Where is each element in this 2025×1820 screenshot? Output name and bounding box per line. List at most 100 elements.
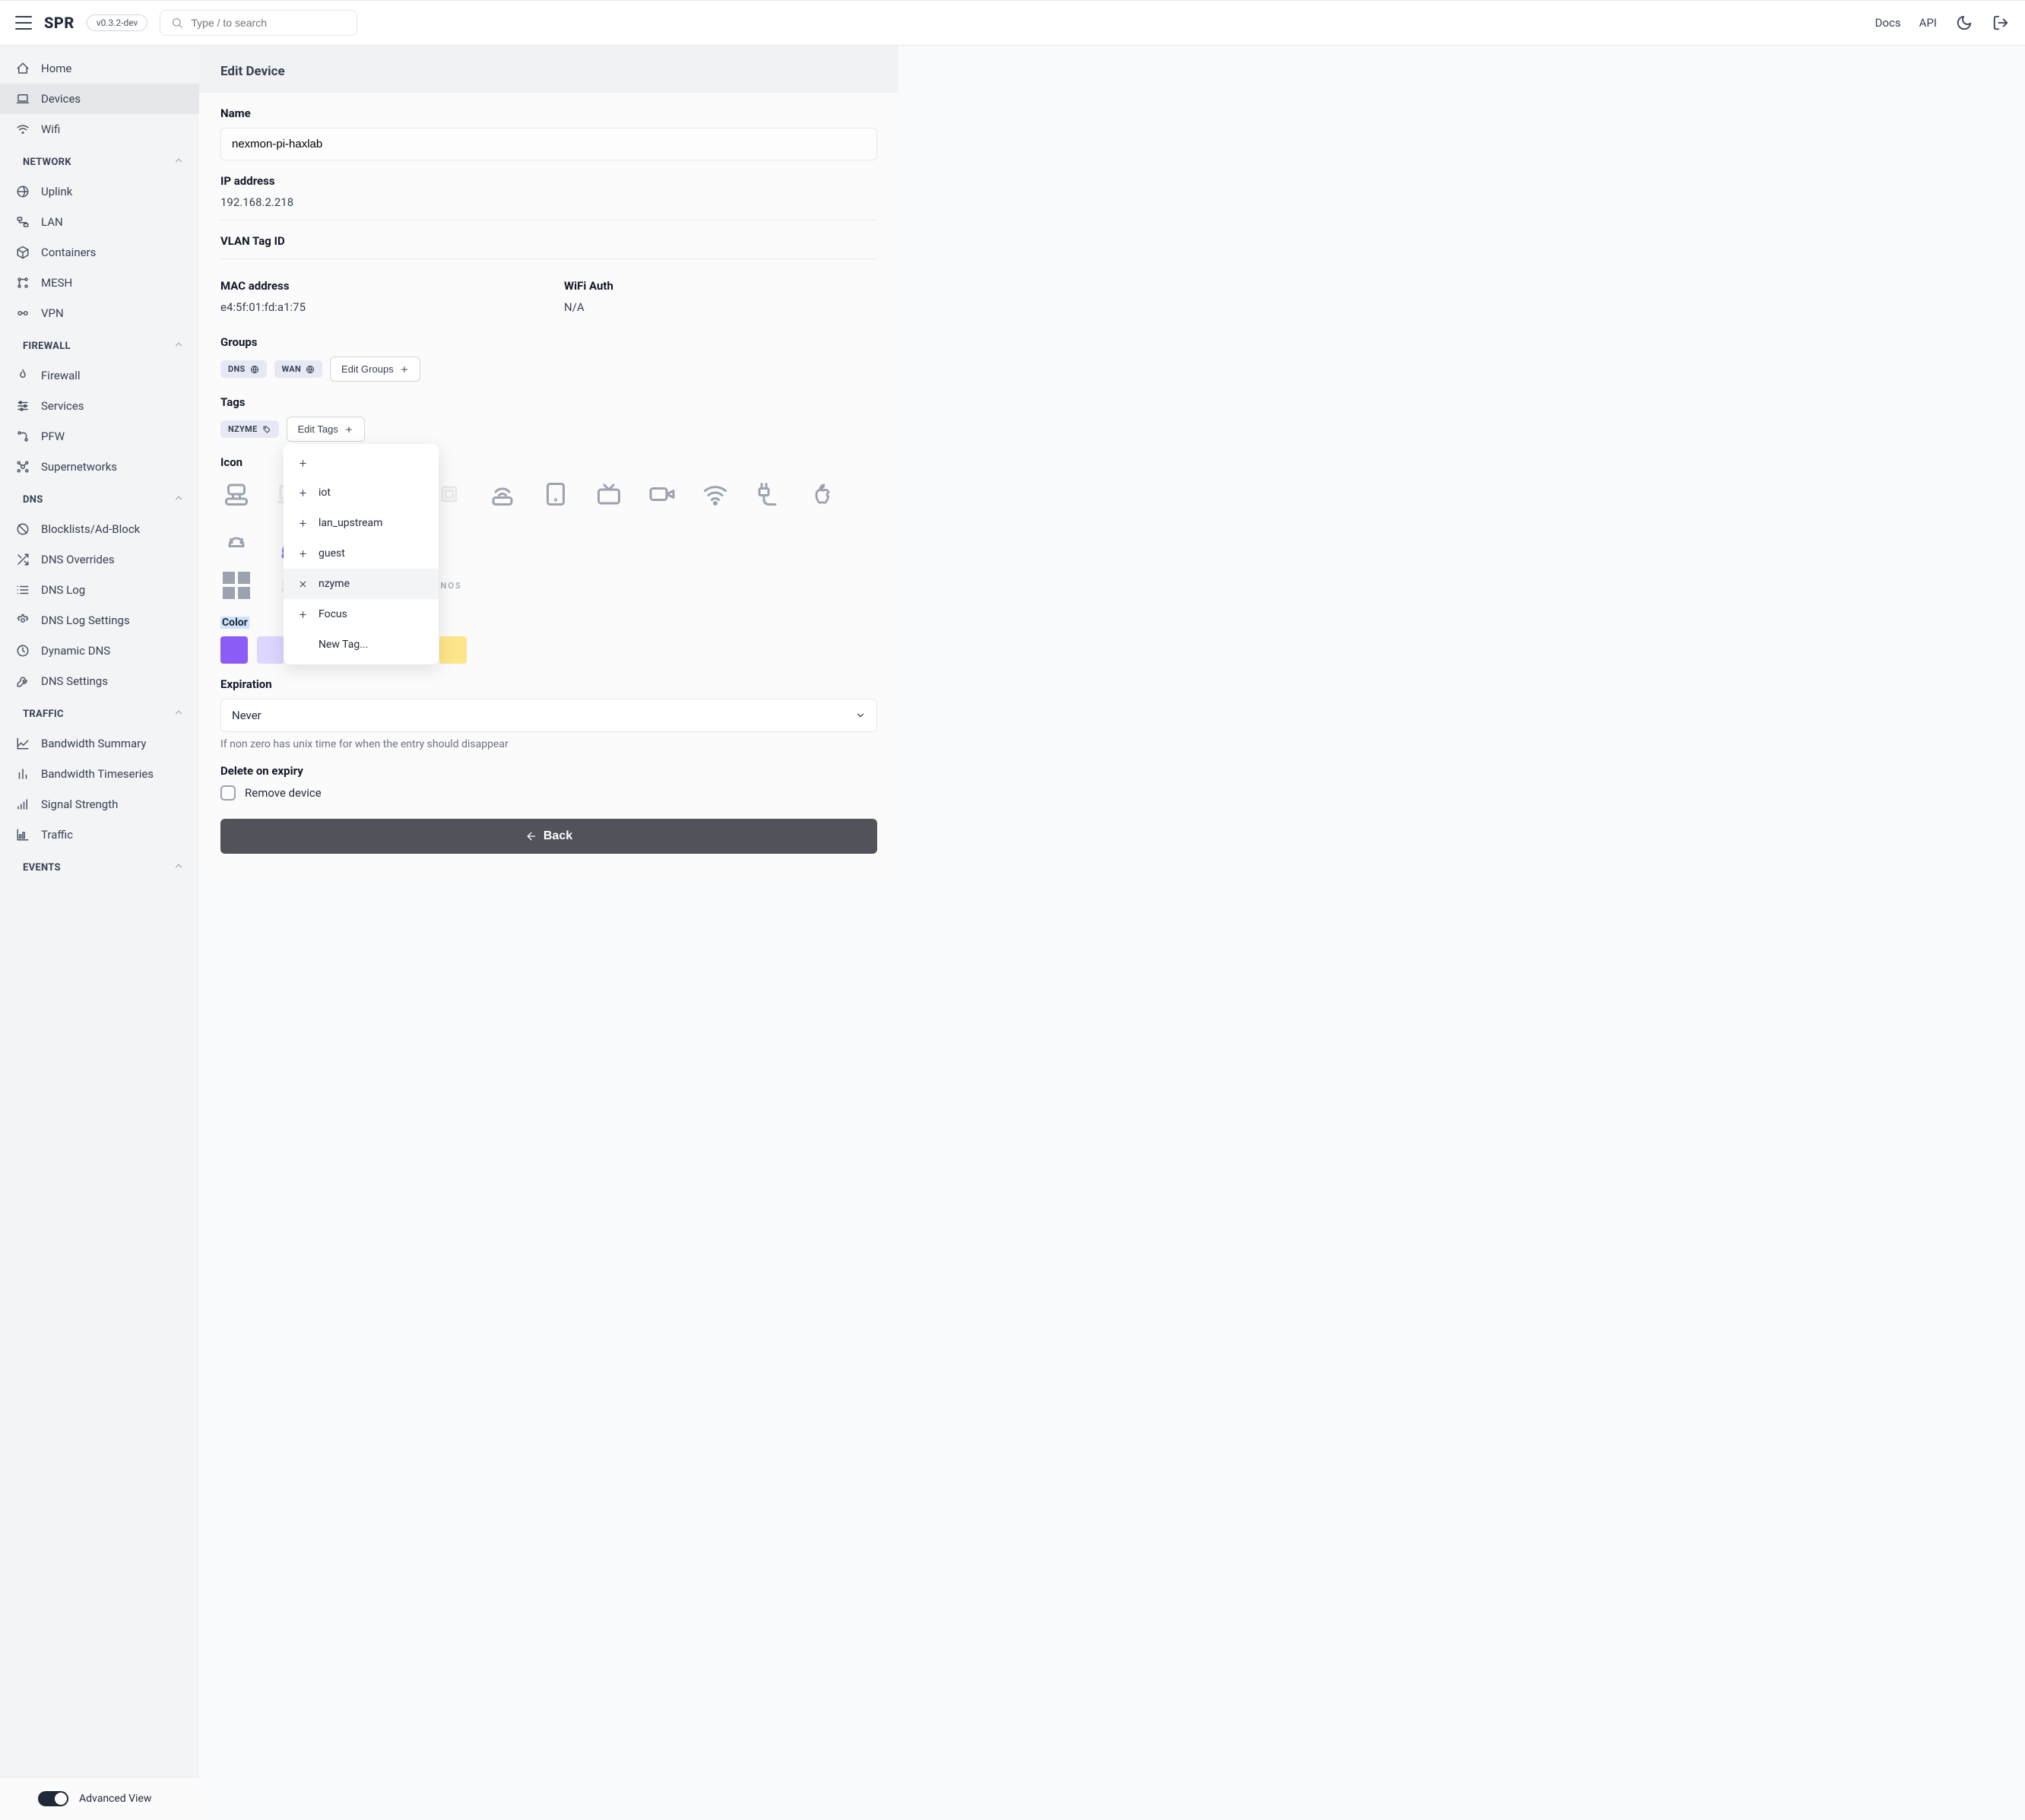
refresh-icon bbox=[15, 643, 30, 658]
sidebar-section-firewall[interactable]: FIREWALL bbox=[0, 328, 199, 360]
globe-icon bbox=[250, 365, 259, 374]
tv-icon[interactable] bbox=[593, 478, 625, 510]
color-swatch-0[interactable] bbox=[220, 636, 248, 664]
plus-icon bbox=[297, 487, 308, 498]
vlan-label: VLAN Tag ID bbox=[220, 234, 877, 248]
sidebar-item-label: DNS Settings bbox=[41, 674, 108, 688]
api-link[interactable]: API bbox=[1919, 16, 1937, 30]
sidebar-section-network[interactable]: NETWORK bbox=[0, 144, 199, 176]
groups-label: Groups bbox=[220, 335, 877, 349]
back-button[interactable]: Back bbox=[220, 819, 877, 854]
tag-option-add[interactable] bbox=[284, 449, 439, 477]
net-icon bbox=[15, 459, 30, 474]
menu-toggle-icon[interactable] bbox=[15, 16, 32, 30]
sidebar-item-label: LAN bbox=[41, 215, 63, 229]
sidebar-section-events[interactable]: EVENTS bbox=[0, 850, 199, 882]
bars-icon bbox=[15, 766, 30, 782]
tag-option-focus[interactable]: Focus bbox=[284, 599, 439, 629]
flow-icon bbox=[15, 429, 30, 444]
tag-option-lan-upstream[interactable]: lan_upstream bbox=[284, 508, 439, 538]
search-icon bbox=[171, 17, 183, 29]
sidebar-item-dns-settings[interactable]: DNS Settings bbox=[0, 666, 199, 696]
tag-option-nzyme[interactable]: nzyme bbox=[284, 569, 439, 599]
tag-icon bbox=[262, 425, 271, 434]
sidebar-item-signal-strength[interactable]: Signal Strength bbox=[0, 789, 199, 820]
laptop-icon bbox=[15, 91, 30, 106]
chart-icon bbox=[15, 736, 30, 751]
globe-icon bbox=[306, 365, 315, 374]
sidebar-item-wifi[interactable]: Wifi bbox=[0, 114, 199, 144]
search-input-wrapper[interactable] bbox=[160, 10, 357, 36]
sidebar-item-uplink[interactable]: Uplink bbox=[0, 176, 199, 207]
name-input[interactable] bbox=[220, 128, 877, 160]
theme-toggle-icon[interactable] bbox=[1955, 14, 1973, 32]
sidebar-item-containers[interactable]: Containers bbox=[0, 237, 199, 268]
docs-link[interactable]: Docs bbox=[1875, 16, 1901, 30]
color-swatch-1[interactable] bbox=[257, 636, 284, 664]
wifi-router-icon[interactable] bbox=[486, 478, 518, 510]
sidebar-item-lan[interactable]: LAN bbox=[0, 207, 199, 237]
sidebar-item-bandwidth-summary[interactable]: Bandwidth Summary bbox=[0, 728, 199, 759]
flame-icon bbox=[15, 368, 30, 383]
sidebar-section-dns[interactable]: DNS bbox=[0, 482, 199, 514]
advanced-view-toggle[interactable] bbox=[38, 1791, 68, 1806]
sidebar-item-label: PFW bbox=[41, 430, 65, 443]
android-icon[interactable] bbox=[220, 531, 252, 563]
sidebar-item-devices[interactable]: Devices bbox=[0, 84, 199, 114]
tag-option-new-tag-[interactable]: New Tag... bbox=[284, 629, 439, 660]
search-input[interactable] bbox=[191, 17, 346, 29]
box-icon bbox=[15, 245, 30, 260]
plus-icon bbox=[297, 548, 308, 559]
arrow-left-icon bbox=[525, 830, 537, 842]
wifi-icon[interactable] bbox=[699, 478, 731, 510]
sidebar-item-dns-log[interactable]: DNS Log bbox=[0, 575, 199, 605]
sidebar-item-home[interactable]: Home bbox=[0, 53, 199, 84]
sidebar-item-supernetworks[interactable]: Supernetworks bbox=[0, 452, 199, 482]
wired-icon[interactable] bbox=[753, 478, 784, 510]
gear-icon bbox=[15, 613, 30, 628]
expiration-select[interactable]: Never bbox=[220, 699, 877, 732]
shuffle-icon bbox=[15, 552, 30, 567]
tag-option-iot[interactable]: iot bbox=[284, 477, 439, 508]
sidebar-item-label: Supernetworks bbox=[41, 460, 117, 474]
remove-device-checkbox[interactable] bbox=[220, 785, 236, 801]
sidebar-item-label: Bandwidth Timeseries bbox=[41, 767, 154, 781]
sidebar-item-dns-overrides[interactable]: DNS Overrides bbox=[0, 544, 199, 575]
sidebar-footer: Advanced View bbox=[0, 1777, 199, 1820]
sidebar-item-traffic[interactable]: Traffic bbox=[0, 820, 199, 850]
edit-groups-button[interactable]: Edit Groups bbox=[330, 357, 420, 382]
edit-tags-button[interactable]: Edit Tags bbox=[287, 417, 365, 442]
sidebar-section-traffic[interactable]: TRAFFIC bbox=[0, 696, 199, 728]
sidebar-item-label: VPN bbox=[41, 306, 64, 320]
sidebar-item-bandwidth-timeseries[interactable]: Bandwidth Timeseries bbox=[0, 759, 199, 789]
group-chip-dns: DNS bbox=[220, 360, 267, 378]
sidebar-item-dns-log-settings[interactable]: DNS Log Settings bbox=[0, 605, 199, 636]
sidebar-item-pfw[interactable]: PFW bbox=[0, 421, 199, 452]
camera-icon[interactable] bbox=[646, 478, 678, 510]
version-badge: v0.3.2-dev bbox=[87, 14, 148, 31]
sidebar-item-vpn[interactable]: VPN bbox=[0, 298, 199, 328]
apple-icon[interactable] bbox=[806, 478, 838, 510]
logout-icon[interactable] bbox=[1992, 14, 2010, 32]
plus-icon bbox=[344, 425, 353, 434]
router-icon[interactable] bbox=[220, 478, 252, 510]
delete-label: Delete on expiry bbox=[220, 764, 877, 778]
sidebar-item-blocklists-ad-block[interactable]: Blocklists/Ad-Block bbox=[0, 514, 199, 544]
color-swatch-6[interactable] bbox=[439, 636, 467, 664]
sidebar-item-services[interactable]: Services bbox=[0, 391, 199, 421]
sidebar-item-firewall[interactable]: Firewall bbox=[0, 360, 199, 391]
sidebar-item-label: Firewall bbox=[41, 369, 81, 382]
sidebar-item-label: Containers bbox=[41, 246, 96, 259]
advanced-view-label: Advanced View bbox=[79, 1793, 151, 1805]
windows-icon[interactable] bbox=[220, 569, 252, 601]
sidebar-item-dynamic-dns[interactable]: Dynamic DNS bbox=[0, 636, 199, 666]
plus-icon bbox=[400, 365, 409, 374]
main-content: Edit Device Name IP address 192.168.2.21… bbox=[199, 46, 2025, 1820]
tag-option-guest[interactable]: guest bbox=[284, 538, 439, 569]
sidebar-item-label: Dynamic DNS bbox=[41, 644, 110, 658]
home-icon bbox=[15, 61, 30, 76]
sidebar-item-label: Uplink bbox=[41, 185, 72, 198]
sidebar-item-mesh[interactable]: MESH bbox=[0, 268, 199, 298]
tablet-icon[interactable] bbox=[540, 478, 572, 510]
plus-icon bbox=[297, 458, 308, 468]
